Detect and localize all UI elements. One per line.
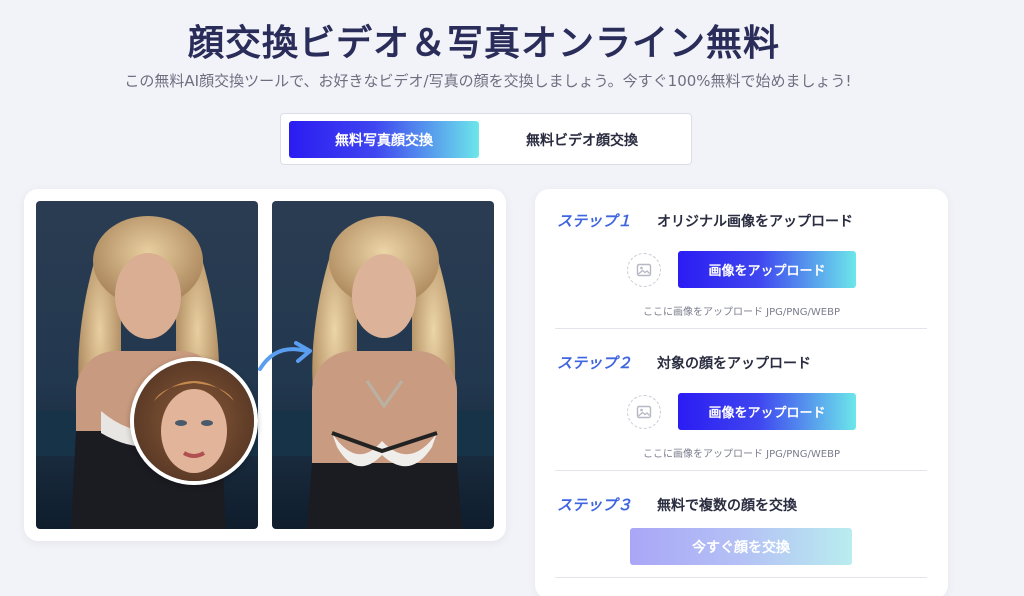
divider <box>555 577 927 578</box>
swap-face-button[interactable]: 今すぐ顔を交換 <box>630 528 852 565</box>
step-3-label: ステップ３ <box>557 496 633 514</box>
tab-video-face-swap[interactable]: 無料ビデオ顔交換 <box>487 121 677 158</box>
example-image-card <box>24 189 506 541</box>
curved-arrow-icon <box>258 341 312 371</box>
image-icon <box>627 395 661 429</box>
step-3-title: 無料で複数の顔を交換 <box>657 498 797 514</box>
step-2-title: 対象の顔をアップロード <box>657 356 811 372</box>
steps-panel: ステップ１ オリジナル画像をアップロード 画像をアップロード ここに画像をアップ… <box>535 189 948 596</box>
step-1-title: オリジナル画像をアップロード <box>657 214 853 230</box>
step-1-label: ステップ１ <box>557 212 633 230</box>
image-icon <box>627 253 661 287</box>
page-subtitle: この無料AI顔交換ツールで、お好きなビデオ/写真の顔を交換しましょう。今すぐ10… <box>124 72 852 90</box>
upload-target-face-button[interactable]: 画像をアップロード <box>678 393 856 430</box>
target-face-thumbnail <box>130 357 258 485</box>
divider <box>555 328 927 329</box>
upload-original-image-button[interactable]: 画像をアップロード <box>678 251 856 288</box>
divider <box>555 470 927 471</box>
mode-tabs: 無料写真顔交換 無料ビデオ顔交換 <box>280 113 692 165</box>
upload-hint-2: ここに画像をアップロード JPG/PNG/WEBP <box>642 449 840 460</box>
tab-photo-face-swap[interactable]: 無料写真顔交換 <box>289 121 479 158</box>
page-title: 顔交換ビデオ＆写真オンライン無料 <box>187 23 780 64</box>
step-2-label: ステップ２ <box>557 354 633 372</box>
upload-hint-1: ここに画像をアップロード JPG/PNG/WEBP <box>642 307 840 318</box>
